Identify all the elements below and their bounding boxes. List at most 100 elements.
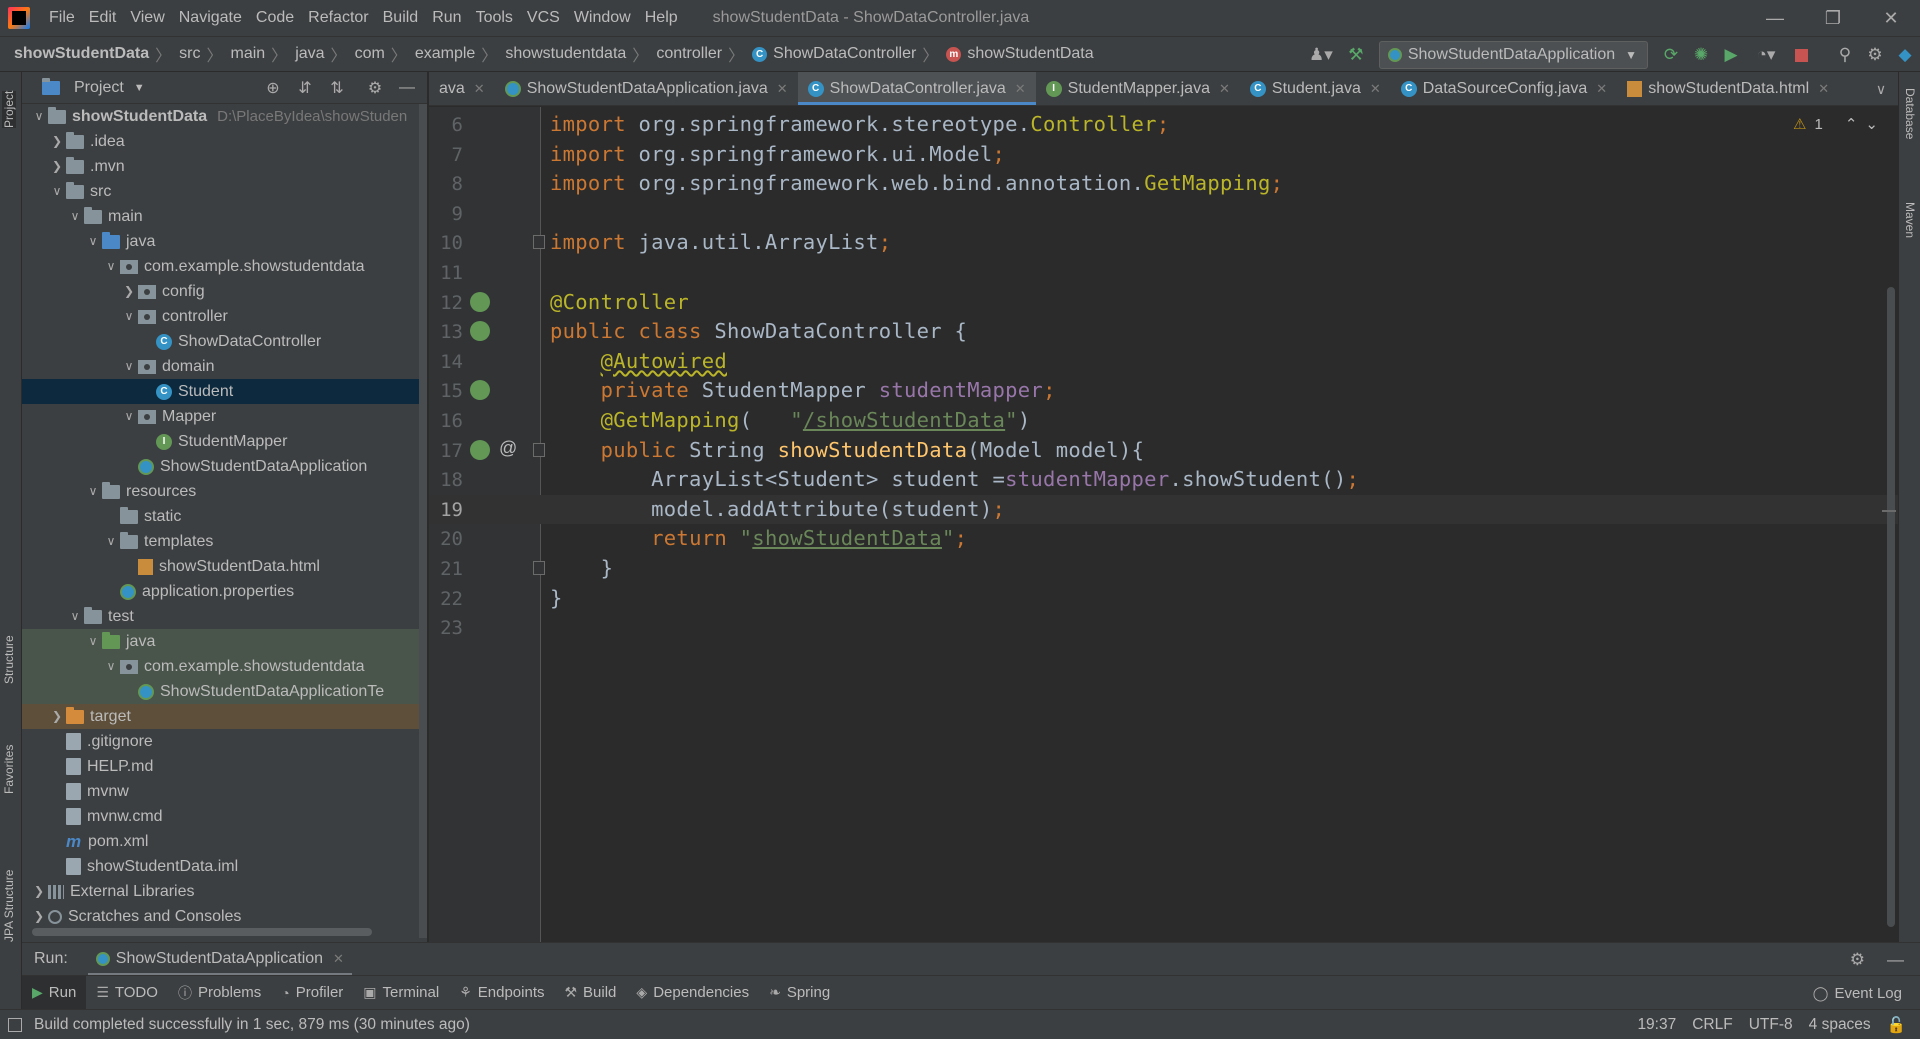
chevron-right-icon[interactable]: ❯ — [48, 154, 66, 179]
tree-node[interactable]: ❯ .idea — [22, 129, 427, 154]
tree-node[interactable]: I StudentMapper — [22, 429, 427, 454]
tree-node[interactable]: static — [22, 504, 427, 529]
line-separator[interactable]: CRLF — [1692, 1016, 1732, 1034]
indent-setting[interactable]: 4 spaces — [1809, 1016, 1871, 1034]
chevron-down-icon[interactable]: ∨ — [48, 179, 66, 204]
editor-tab[interactable]: C ShowDataController.java ✕ — [797, 72, 1036, 105]
tree-node[interactable]: ∨ Mapper — [22, 404, 427, 429]
maven-tool-button[interactable]: Maven — [1903, 202, 1917, 238]
favorites-tool-button[interactable]: Favorites — [2, 745, 16, 794]
database-tool-button[interactable]: Database — [1903, 88, 1917, 139]
breadcrumb-item[interactable]: java — [287, 45, 330, 63]
autowired-icon[interactable] — [470, 380, 490, 401]
tree-node[interactable]: application.properties — [22, 579, 427, 604]
editor-scrollbar[interactable] — [1882, 107, 1898, 942]
search-icon[interactable]: ⚲ — [1830, 40, 1860, 70]
menu-code[interactable]: Code — [249, 0, 301, 36]
tree-node[interactable]: ShowStudentDataApplication — [22, 454, 427, 479]
tree-node[interactable]: ❯ Scratches and Consoles — [22, 904, 427, 929]
breadcrumb-item[interactable]: controller — [648, 45, 728, 63]
tree-node[interactable]: ∨ java — [22, 629, 427, 654]
chevron-down-icon[interactable]: ∨ — [66, 204, 84, 229]
tree-node[interactable]: ∨ main — [22, 204, 427, 229]
minimize-icon[interactable]: — — [1746, 0, 1804, 36]
close-icon[interactable]: ✕ — [1596, 81, 1607, 97]
locate-file-icon[interactable]: ⊕ — [257, 78, 289, 98]
close-icon[interactable]: ✕ — [1370, 81, 1381, 97]
menu-window[interactable]: Window — [567, 0, 638, 36]
project-panel-title[interactable]: Project — [74, 79, 124, 97]
tree-node[interactable]: C Student — [22, 379, 427, 404]
settings-gear-icon[interactable]: ⚙ — [1860, 40, 1890, 70]
chevron-down-icon[interactable]: ∨ — [66, 604, 84, 629]
status-message[interactable]: Build completed successfully in 1 sec, 8… — [34, 1016, 470, 1034]
chevron-down-icon[interactable]: ∨ — [84, 629, 102, 654]
chevron-down-icon[interactable]: ∨ — [120, 354, 138, 379]
close-icon[interactable]: ✕ — [777, 81, 788, 97]
run-tab[interactable]: ShowStudentDataApplication ✕ — [87, 943, 353, 976]
tree-node[interactable]: ∨ java — [22, 229, 427, 254]
tree-node[interactable]: showStudentData.html — [22, 554, 427, 579]
inspection-widget[interactable]: ⚠ 1 ⌃ ⌄ — [1793, 115, 1878, 134]
tree-node[interactable]: .gitignore — [22, 729, 427, 754]
code-editor[interactable]: 6 import org.springframework.stereotype.C… — [429, 107, 1898, 942]
tool-window-run[interactable]: ▶ Run — [22, 975, 87, 1010]
event-log-button[interactable]: ◯ Event Log — [1813, 976, 1902, 1010]
close-icon[interactable]: ✕ — [474, 81, 485, 97]
collapse-all-icon[interactable]: ⇅ — [321, 78, 353, 98]
editor-tab[interactable]: ava ✕ — [429, 72, 495, 105]
chevron-down-icon[interactable]: ∨ — [30, 104, 48, 129]
tree-node[interactable]: C ShowDataController — [22, 329, 427, 354]
project-tree-horizontal-scrollbar[interactable] — [32, 928, 372, 936]
close-icon[interactable]: ✕ — [333, 951, 344, 967]
run-with-coverage-icon[interactable]: ▶ — [1716, 40, 1746, 70]
breadcrumb-item[interactable]: showstudentdata — [497, 45, 632, 63]
chevron-down-icon[interactable]: ▼ — [134, 82, 145, 94]
lock-icon[interactable]: 🔓 — [1887, 1016, 1906, 1035]
tool-window-dependencies[interactable]: ◈ Dependencies — [626, 976, 759, 1010]
tree-node[interactable]: ❯ target — [22, 704, 427, 729]
tool-window-profiler[interactable]: ◔ Profiler — [271, 976, 353, 1010]
tree-node[interactable]: ∨ com.example.showstudentdata — [22, 654, 427, 679]
chevron-down-icon[interactable]: ∨ — [84, 229, 102, 254]
menu-help[interactable]: Help — [638, 0, 685, 36]
expand-all-icon[interactable]: ⇵ — [289, 78, 321, 98]
editor-tab[interactable]: C DataSourceConfig.java ✕ — [1391, 72, 1617, 105]
menu-navigate[interactable]: Navigate — [172, 0, 249, 36]
bean-icon[interactable] — [470, 291, 490, 312]
menu-view[interactable]: View — [123, 0, 171, 36]
tree-node[interactable]: ∨ showStudentData D:\PlaceByIdea\showStude… — [22, 104, 427, 129]
editor-tab[interactable]: showStudentData.html ✕ — [1617, 72, 1839, 105]
tool-window-terminal[interactable]: ▣ Terminal — [353, 976, 449, 1010]
tree-node[interactable]: mvnw — [22, 779, 427, 804]
breadcrumb-item[interactable]: src — [171, 45, 206, 63]
debug-icon[interactable]: ✺ — [1686, 40, 1716, 70]
tree-node[interactable]: ❯ .mvn — [22, 154, 427, 179]
tree-node[interactable]: HELP.md — [22, 754, 427, 779]
tool-window-build[interactable]: ⚒ Build — [554, 976, 626, 1010]
rerun-icon[interactable]: ⟳ — [1656, 40, 1686, 70]
tool-window-todo[interactable]: ☰ TODO — [86, 976, 168, 1010]
previous-highlight-icon[interactable]: ⌃ — [1845, 115, 1858, 133]
chevron-down-icon[interactable]: ∨ — [1864, 72, 1898, 105]
editor-tab[interactable]: C Student.java ✕ — [1240, 72, 1391, 105]
hide-panel-icon[interactable]: — — [1887, 950, 1904, 970]
settings-gear-icon[interactable]: ⚙ — [1850, 950, 1865, 970]
run-configuration-select[interactable]: ShowStudentDataApplication ▼ — [1378, 41, 1648, 69]
editor-tab[interactable]: ShowStudentDataApplication.java ✕ — [495, 72, 798, 105]
bean-icon[interactable] — [470, 321, 490, 342]
project-tool-button[interactable]: Project — [2, 90, 16, 128]
project-tree-vertical-scrollbar[interactable] — [419, 104, 427, 938]
tree-node[interactable]: ∨ templates — [22, 529, 427, 554]
tree-node[interactable]: ShowStudentDataApplicationTe — [22, 679, 427, 704]
request-mapping-icon[interactable] — [470, 439, 490, 460]
endpoint-icon[interactable]: @ — [499, 438, 517, 459]
profile-icon[interactable]: ◔▾ — [1746, 40, 1786, 70]
tree-node[interactable]: ❯ config — [22, 279, 427, 304]
menu-refactor[interactable]: Refactor — [301, 0, 375, 36]
chevron-right-icon[interactable]: ❯ — [120, 279, 138, 304]
tool-window-endpoints[interactable]: ⚘ Endpoints — [449, 976, 554, 1010]
tool-window-problems[interactable]: ⓘ Problems — [168, 976, 271, 1010]
tree-node[interactable]: ∨ controller — [22, 304, 427, 329]
tree-node[interactable]: mvnw.cmd — [22, 804, 427, 829]
